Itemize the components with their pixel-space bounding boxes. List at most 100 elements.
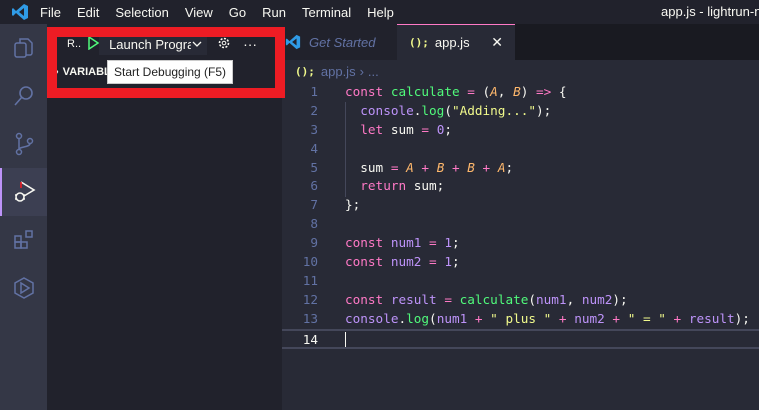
code-line[interactable]: 4 [282, 140, 759, 159]
code-token: let [360, 121, 391, 137]
code-token: const [345, 254, 391, 270]
code-token: ); [612, 291, 628, 307]
search-button[interactable] [0, 72, 47, 120]
code-token: log [406, 310, 430, 326]
extensions-button[interactable] [0, 216, 47, 264]
run-debug-icon [14, 181, 36, 202]
line-content: const num1 = 1; [345, 234, 460, 253]
code-token: + [413, 159, 437, 175]
menu-terminal[interactable]: Terminal [302, 5, 351, 20]
code-token: " = " [627, 310, 666, 326]
code-token: . [398, 310, 407, 326]
line-number: 11 [302, 272, 318, 288]
code-line[interactable]: 12 const result = calculate(num1, num2); [282, 291, 759, 310]
code-token: ; [505, 159, 514, 175]
activity-bar [0, 24, 47, 410]
code-token: }; [345, 197, 361, 213]
code-token: num2 [574, 310, 605, 326]
code-line[interactable]: 7}; [282, 196, 759, 215]
menu-go[interactable]: Go [229, 5, 246, 20]
code-token: ; [451, 254, 460, 270]
code-token: calculate [390, 84, 460, 99]
code-line[interactable]: 2 console.log("Adding..."); [282, 102, 759, 121]
code-editor[interactable]: 1 const calculate = (A, B) => {2 console.… [282, 83, 759, 349]
menu-help[interactable]: Help [367, 5, 394, 20]
menu-edit[interactable]: Edit [77, 5, 99, 20]
code-token: ; [444, 121, 452, 137]
line-number: 1 [310, 84, 318, 99]
code-line[interactable]: 9 const num1 = 1; [282, 234, 759, 253]
code-token: num1 [390, 235, 430, 251]
code-token: = [421, 121, 437, 137]
code-token: ); [734, 310, 750, 326]
title-bar: File Edit Selection View Go Run Terminal Help a… [0, 0, 759, 24]
code-token: 1 [444, 254, 452, 270]
code-token: ( [528, 291, 536, 307]
line-number: 10 [302, 254, 318, 270]
code-token: result [688, 310, 735, 326]
menu-selection[interactable]: Selection [115, 5, 168, 20]
line-content: const num2 = 1; [345, 253, 460, 272]
code-token: , [566, 291, 582, 307]
line-number: 13 [302, 310, 318, 326]
editor-tabs: Get Started (); app.js ✕ [282, 24, 759, 60]
code-line[interactable]: 10 const num2 = 1; [282, 253, 759, 272]
code-token: const [345, 235, 391, 251]
tab-app-js[interactable]: (); app.js ✕ [397, 24, 515, 60]
code-token: + [665, 310, 689, 326]
menu-run[interactable]: Run [262, 5, 286, 20]
line-number: 6 [310, 178, 318, 194]
menu-bar: File Edit Selection View Go Run Terminal Help [40, 5, 410, 20]
lightrun-icon [13, 277, 34, 299]
code-token: = [459, 84, 483, 99]
code-token: " plus " [490, 310, 552, 326]
menu-view[interactable]: View [185, 5, 213, 20]
lightrun-button[interactable] [0, 264, 47, 312]
code-token: "Adding..." [451, 102, 536, 118]
code-line[interactable]: 8 [282, 215, 759, 234]
code-line[interactable]: 6 return sum; [282, 177, 759, 196]
code-line[interactable]: 14 [282, 328, 759, 349]
code-token: ( [482, 84, 491, 99]
line-number: 8 [310, 216, 318, 232]
line-number: 2 [310, 102, 318, 118]
source-control-button[interactable] [0, 120, 47, 168]
code-token: num1 [536, 291, 567, 307]
tab-label: Get Started [309, 34, 376, 50]
code-token: B [467, 159, 475, 175]
run-debug-button[interactable] [0, 168, 47, 216]
line-content: sum = A + B + B + A; [345, 159, 513, 178]
code-token: + [551, 310, 575, 326]
code-token: ( [429, 310, 437, 326]
breadcrumb-symbol[interactable]: ... [368, 64, 379, 79]
code-line[interactable]: 11 [282, 272, 759, 291]
line-number: 4 [310, 140, 318, 156]
menu-file[interactable]: File [40, 5, 61, 20]
code-token: console [345, 310, 399, 326]
js-file-icon: (); [409, 36, 429, 49]
code-line[interactable]: 5 sum = A + B + B + A; [282, 159, 759, 178]
code-token: A [490, 84, 498, 99]
breadcrumb-file[interactable]: app.js [321, 64, 356, 79]
explorer-button[interactable] [0, 24, 47, 72]
source-control-icon [15, 132, 33, 156]
code-line[interactable]: 13 console.log(num1 + " plus " + num2 + "… [282, 310, 759, 329]
close-icon[interactable]: ✕ [491, 34, 503, 51]
code-token: ) [520, 84, 536, 99]
code-token: A [406, 159, 414, 175]
code-token: { [551, 84, 567, 99]
code-token: num2 [390, 254, 430, 270]
line-content: console.log("Adding..."); [345, 102, 551, 121]
code-token: log [421, 102, 445, 118]
line-content: return sum; [345, 177, 444, 196]
tab-get-started[interactable]: Get Started [282, 24, 397, 60]
code-line[interactable]: 1 const calculate = (A, B) => { [282, 83, 759, 102]
code-line[interactable]: 3 let sum = 0; [282, 121, 759, 140]
code-token: ; [451, 235, 460, 251]
line-number: 14 [302, 331, 318, 347]
line-content: const calculate = (A, B) => { [345, 83, 567, 102]
line-number: 7 [310, 197, 318, 213]
line-content: console.log(num1 + " plus " + num2 + " =… [345, 310, 750, 329]
